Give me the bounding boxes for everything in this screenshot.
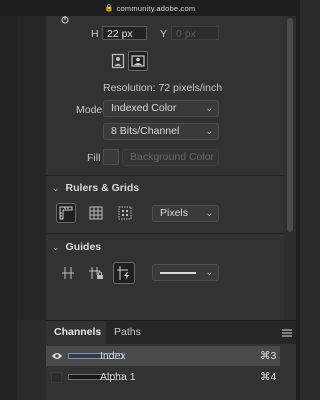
channel-row[interactable]: Alpha 1 ⌘4 [46,367,280,387]
tab-channels[interactable]: Channels [46,321,106,345]
mode-value: Indexed Color [111,102,177,114]
height-input[interactable]: 22 px [102,26,147,40]
section-divider [46,175,284,176]
right-strip [296,16,300,400]
left-margin [0,16,17,400]
rulers-grids-title: Rulers & Grids [65,182,140,194]
channel-name: Index [100,350,126,362]
toggle-grid-button[interactable] [86,203,106,223]
visibility-toggle-empty[interactable] [51,372,62,383]
guide-style-dropdown[interactable]: ⌄ [152,264,219,281]
channel-shortcut: ⌘3 [260,350,277,362]
guides-header[interactable]: ⌄ Guides [52,241,101,253]
fill-dropdown[interactable]: Background Color ⌄ [122,149,219,166]
smart-guides-button[interactable] [113,262,135,284]
fill-value: Background Color [130,151,215,163]
fill-label: Fill [87,152,101,164]
grid-icon [89,206,103,220]
landscape-icon [131,55,145,67]
toggle-pixel-grid-button[interactable] [115,203,135,223]
y-input[interactable]: 0 px [171,26,219,40]
fill-color-swatch[interactable] [103,149,119,165]
ruler-units-value: Pixels [160,207,189,219]
panel-tab-bar: Channels Paths [46,320,296,345]
smart-guides-icon [117,266,129,280]
tab-paths[interactable]: Paths [106,321,146,345]
section-divider [46,233,284,234]
ruler-icon [59,206,73,220]
lock-icon: 🔒 [104,5,114,12]
bit-depth-dropdown[interactable]: 8 Bits/Channel ⌄ [103,123,219,140]
lock-guides-button[interactable] [86,263,106,283]
guides-title: Guides [65,241,102,253]
toggle-rulers-button[interactable] [56,203,76,223]
channel-name: Alpha 1 [100,371,136,383]
mode-dropdown[interactable]: Indexed Color ⌄ [103,100,219,117]
properties-scrollbar-thumb[interactable] [287,18,293,232]
rulers-grids-header[interactable]: ⌄ Rulers & Grids [52,182,139,194]
resolution-text: Resolution: 72 pixels/inch [103,82,223,94]
browser-url-bar[interactable]: 🔒 community.adobe.com [0,0,300,16]
mode-label: Mode [76,104,103,116]
pixel-grid-icon [118,206,132,220]
show-guides-button[interactable] [58,263,78,283]
chevron-down-icon: ⌄ [205,126,213,136]
height-label: H [91,28,99,40]
chevron-down-icon: ⌄ [205,267,213,277]
portrait-orientation-button[interactable] [108,52,128,70]
panel-menu-icon[interactable] [282,328,292,337]
panel-left-edge [17,16,47,320]
chevron-down-icon: ⌄ [52,241,60,252]
chevron-down-icon: ⌄ [205,208,213,218]
ruler-units-dropdown[interactable]: Pixels ⌄ [152,205,219,222]
eye-icon[interactable] [51,351,63,364]
channel-shortcut: ⌘4 [260,371,277,383]
channel-row[interactable]: Index ⌘3 [46,346,280,366]
landscape-orientation-button[interactable] [128,51,148,71]
link-dimensions-icon[interactable] [60,16,70,26]
chevron-down-icon: ⌄ [205,103,213,113]
chevron-down-icon: ⌄ [205,152,213,162]
line-style-preview [160,272,196,274]
guides-icon [62,267,74,279]
lock-guides-icon [89,267,103,279]
bit-depth-value: 8 Bits/Channel [111,125,180,137]
chevron-down-icon: ⌄ [52,182,60,193]
y-label: Y [160,28,168,40]
portrait-icon [111,53,125,69]
url-text: community.adobe.com [116,3,196,13]
